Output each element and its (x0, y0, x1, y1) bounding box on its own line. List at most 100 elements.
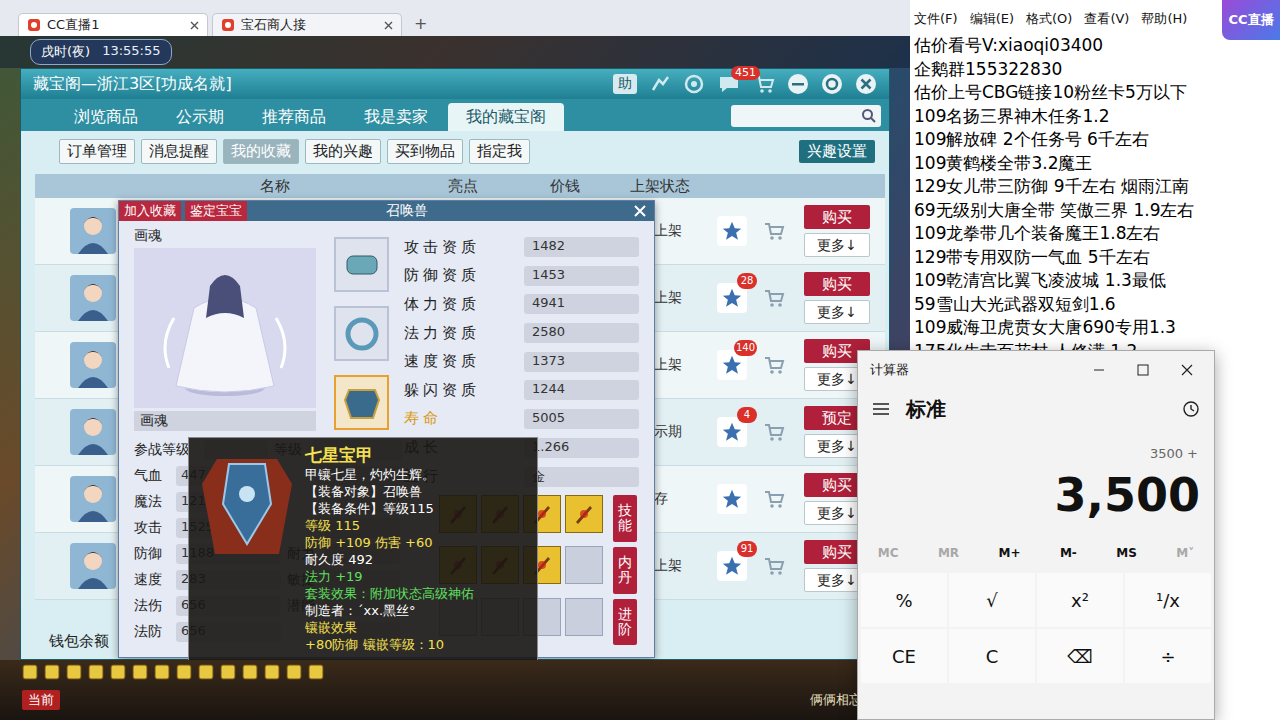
favorite-button[interactable]: 91 (717, 551, 747, 581)
skill-icon (570, 500, 598, 528)
dialog-tab[interactable]: 我是卖家 (346, 103, 446, 131)
favorite-button[interactable]: 28 (717, 283, 747, 313)
toolbar-icon[interactable] (44, 664, 60, 680)
add-to-cart-button[interactable] (759, 417, 789, 447)
memory-button: M˅ (1176, 546, 1194, 560)
sub-tab[interactable]: 我的收藏 (223, 139, 299, 164)
side-tab-button[interactable]: 进阶 (613, 599, 637, 646)
favorite-button[interactable]: 4 (717, 417, 747, 447)
toolbar-icon[interactable] (308, 664, 324, 680)
close-tab-icon[interactable] (384, 21, 393, 30)
chat-channel-button[interactable]: 当前 (22, 690, 60, 710)
notepad-text[interactable]: 估价看号V:xiaoqi03400企鹅群155322830估价上号CBG链接10… (910, 32, 1280, 365)
search-field[interactable] (731, 105, 881, 127)
toolbar-icon[interactable] (132, 664, 148, 680)
calculator-key[interactable]: ¹/x (1125, 573, 1211, 627)
calculator-key[interactable]: C (949, 629, 1035, 683)
dialog-tab[interactable]: 浏览商品 (56, 103, 156, 131)
minimize-icon[interactable] (1092, 363, 1106, 377)
skill-slot[interactable] (565, 598, 603, 636)
help-button[interactable]: 助 (613, 74, 637, 94)
add-to-cart-button[interactable] (759, 551, 789, 581)
dialog-tab[interactable]: 我的藏宝阁 (448, 103, 564, 131)
memory-button[interactable]: M+ (998, 546, 1020, 560)
add-to-cart-button[interactable] (759, 216, 789, 246)
watermark-logo: CC直播 (1222, 0, 1280, 40)
memory-button[interactable]: M- (1060, 546, 1077, 560)
toolbar-icon[interactable] (66, 664, 82, 680)
dialog-tab[interactable]: 公示期 (158, 103, 242, 131)
equipment-slot[interactable] (334, 306, 389, 361)
toolbar-icon[interactable] (264, 664, 280, 680)
add-to-cart-button[interactable] (759, 350, 789, 380)
close-icon[interactable] (1180, 363, 1194, 377)
memory-button: MC (878, 546, 899, 560)
calculator-key[interactable]: % (861, 573, 947, 627)
more-button[interactable]: 更多↓ (804, 233, 870, 257)
equipment-slot[interactable] (334, 375, 389, 430)
menu-icon[interactable] (872, 401, 890, 417)
record-icon[interactable] (683, 73, 705, 95)
side-tab-button[interactable]: 内丹 (613, 547, 637, 594)
toolbar-icon[interactable] (154, 664, 170, 680)
menu-item[interactable]: 编辑(E) (970, 10, 1014, 28)
dialog-tab[interactable]: 推荐商品 (244, 103, 344, 131)
add-to-cart-button[interactable] (759, 283, 789, 313)
calculator-key[interactable]: ÷ (1125, 629, 1211, 683)
tooltip-line: 【装备条件】等级115 (305, 500, 474, 517)
memory-button: MR (938, 546, 959, 560)
sub-tab[interactable]: 指定我 (469, 139, 530, 164)
toolbar-icon[interactable] (198, 664, 214, 680)
sub-tab[interactable]: 买到物品 (387, 139, 463, 164)
appraise-button[interactable]: 鉴定宝宝 (185, 201, 247, 221)
settings-icon[interactable] (821, 73, 843, 95)
toolbar-icon[interactable] (220, 664, 236, 680)
calculator-key[interactable]: ⌫ (1037, 629, 1123, 683)
toolbar-icon[interactable] (286, 664, 302, 680)
menu-item[interactable]: 文件(F) (914, 10, 958, 28)
interest-settings-button[interactable]: 兴趣设置 (799, 140, 875, 163)
equipment-slot[interactable] (334, 237, 389, 292)
close-tab-icon[interactable] (190, 21, 199, 30)
new-tab-button[interactable]: + (406, 14, 435, 36)
text-line: 129女儿带三防御 9千左右 烟雨江南 (914, 175, 1276, 199)
browser-tab[interactable]: CC直播1 (18, 13, 208, 36)
search-icon[interactable] (861, 108, 877, 124)
minimize-icon[interactable] (787, 73, 809, 95)
toolbar-icon[interactable] (176, 664, 192, 680)
sub-tab[interactable]: 订单管理 (59, 139, 135, 164)
close-icon[interactable] (632, 203, 648, 219)
favorite-button[interactable] (717, 216, 747, 246)
history-icon[interactable] (1182, 400, 1200, 418)
toolbar-icon[interactable] (242, 664, 258, 680)
browser-tab[interactable]: 宝石商人接 (212, 13, 402, 36)
buy-button[interactable]: 购买 (804, 272, 870, 296)
tooltip-line: +80防御 镶嵌等级：10 (305, 636, 474, 653)
side-tab-button[interactable]: 技能 (613, 495, 637, 542)
skill-slot[interactable] (565, 495, 603, 533)
toolbar-icon[interactable] (22, 664, 38, 680)
menu-item[interactable]: 帮助(H) (1141, 10, 1187, 28)
buy-button[interactable]: 购买 (804, 205, 870, 229)
sub-tab[interactable]: 我的兴趣 (305, 139, 381, 164)
skill-slot[interactable] (565, 546, 603, 584)
memory-button[interactable]: MS (1116, 546, 1137, 560)
menu-item[interactable]: 查看(V) (1084, 10, 1129, 28)
menu-item[interactable]: 格式(O) (1026, 10, 1072, 28)
toolbar-icon[interactable] (110, 664, 126, 680)
favorite-button[interactable] (717, 484, 747, 514)
cart-icon (763, 489, 785, 509)
share-icon[interactable] (649, 74, 671, 94)
add-to-cart-button[interactable] (759, 484, 789, 514)
favorite-button[interactable]: 140 (717, 350, 747, 380)
maximize-icon[interactable] (1136, 363, 1150, 377)
add-favorite-button[interactable]: 加入收藏 (119, 201, 181, 221)
calculator-key[interactable]: x² (1037, 573, 1123, 627)
more-button[interactable]: 更多↓ (804, 300, 870, 324)
toolbar-icon[interactable] (88, 664, 104, 680)
calculator-key[interactable]: CE (861, 629, 947, 683)
pet-name-field[interactable]: 画魂 (134, 411, 316, 431)
sub-tab[interactable]: 消息提醒 (141, 139, 217, 164)
close-icon[interactable] (855, 73, 877, 95)
calculator-key[interactable]: √ (949, 573, 1035, 627)
